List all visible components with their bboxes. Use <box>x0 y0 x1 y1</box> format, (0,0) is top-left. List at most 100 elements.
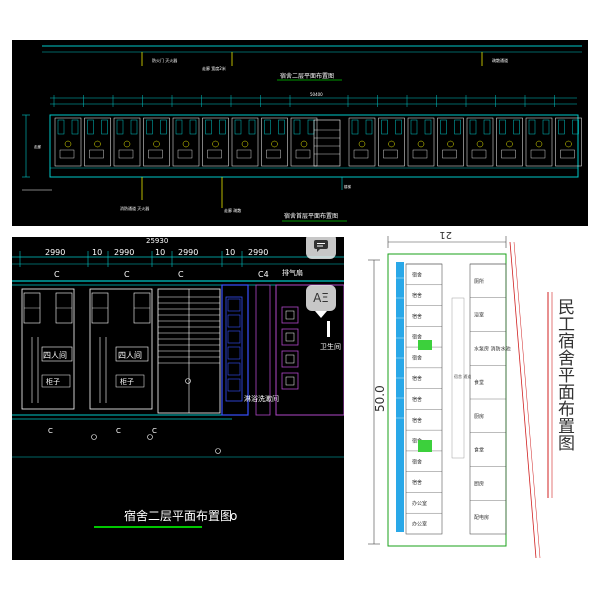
desk-mark <box>177 149 193 159</box>
fixture-mark <box>417 140 425 148</box>
svg-text:宿舍 通道: 宿舍 通道 <box>454 373 471 379</box>
dorm-room-cell <box>525 117 553 167</box>
bunk-bed-mark <box>410 119 418 135</box>
chat-icon[interactable] <box>306 237 336 259</box>
dorm-room-cell <box>437 117 464 167</box>
bunk-bed-mark <box>365 119 373 135</box>
desk-mark <box>295 149 311 159</box>
toilet-stall <box>281 306 299 324</box>
site-room-label: 宿舍 <box>412 417 422 424</box>
svg-text:走廊 宽度2米: 走廊 宽度2米 <box>202 65 226 71</box>
fixture-mark <box>182 140 190 148</box>
bunk-bed-mark <box>116 119 124 135</box>
dorm-room-cell <box>378 117 405 167</box>
dorm-room-cell <box>496 117 523 167</box>
bunk-bed-mark <box>454 119 461 135</box>
dormitory-detail-plan: 25930 2990 10 2990 10 2990 10 2990 C C C… <box>12 237 344 560</box>
wash-basin <box>227 298 241 312</box>
dorm-room-cell <box>84 117 111 167</box>
site-plan-title: 民工宿舍平面布置图 <box>554 298 575 451</box>
corner-dimension: 25930 <box>146 237 168 245</box>
fixture-mark <box>506 140 513 148</box>
service-room-label: 厨房 <box>474 480 484 487</box>
upper-plan-title: 宿舍二层平面布置图 <box>280 72 334 80</box>
fixture-mark <box>388 140 395 148</box>
overview-drawing: 防火门 灭火器 走廊 宽度2米 疏散通道 宿舍二层平面布置图 50400 走廊 … <box>22 45 582 222</box>
toilet-fixture <box>285 354 295 364</box>
dorm-room-cell <box>231 117 259 167</box>
site-room-label: 宿舍 <box>412 396 422 403</box>
desk-mark <box>560 149 575 159</box>
service-room-label: 食堂 <box>474 379 484 386</box>
bunk-bed-mark <box>278 119 285 135</box>
text-tool-button[interactable]: AΞ <box>306 285 336 311</box>
dorm-room-cell <box>54 117 82 167</box>
service-room-label: 厨房 <box>474 413 484 420</box>
bunk-bed-mark <box>101 119 108 135</box>
bunk-bed-mark <box>248 119 256 135</box>
wash-basin <box>227 330 241 344</box>
fixture-mark <box>535 140 543 148</box>
bunk-bed-mark <box>219 119 226 135</box>
cabinet-label-2: 柜子 <box>120 377 134 386</box>
desk-mark <box>148 149 163 159</box>
desk-mark <box>383 149 398 159</box>
bunk-bed-mark <box>71 119 79 135</box>
svg-text:C: C <box>116 427 121 435</box>
text-cursor-icon <box>327 321 330 337</box>
air-shaft-label: 排气扇 <box>282 268 303 277</box>
fixture-mark <box>565 140 572 148</box>
fixture-mark <box>271 140 278 148</box>
desk-mark <box>412 149 428 159</box>
bunk-bed-mark <box>440 119 447 135</box>
bunk-bed-mark <box>264 119 271 135</box>
room-label-2: 四人间 <box>118 351 142 360</box>
site-room-label: 宿舍 <box>412 375 422 382</box>
svg-text:消防通道 灭火器: 消防通道 灭火器 <box>120 205 149 211</box>
site-room-label: 宿舍 <box>412 458 422 465</box>
width-dimension: 21 <box>439 229 452 240</box>
bunk-bed-mark <box>351 119 359 135</box>
desk-mark <box>471 149 487 159</box>
dorm-room-cell <box>202 117 229 167</box>
room-four-person-2: 四人间 柜子 <box>89 288 153 410</box>
service-buildings: 厕所浴室水泵房 消防水池食堂厨房食堂厨房配电房 <box>470 263 511 521</box>
bunk-bed-mark <box>558 119 565 135</box>
highlight-room-1 <box>418 340 432 350</box>
service-room-label: 配电房 <box>474 514 489 521</box>
bunk-bed-mark <box>189 119 197 135</box>
staircase <box>157 288 221 414</box>
desk-mark <box>236 149 252 159</box>
length-dimension: 50.0 <box>373 385 387 412</box>
fixture-mark <box>153 140 160 148</box>
dorm-room-cell <box>348 117 376 167</box>
svg-text:走廊 疏散: 走廊 疏散 <box>224 207 241 213</box>
dim-3: 2990 <box>114 248 134 257</box>
wc-label: 卫生间 <box>320 342 341 351</box>
toilet-stall <box>281 328 299 346</box>
svg-text:疏散通道: 疏散通道 <box>492 57 508 63</box>
desk-mark <box>501 149 516 159</box>
site-plan-drawing: 21 50.0 宿舍宿舍宿舍宿舍宿舍宿舍宿舍宿舍宿舍宿舍宿舍办公室办公室 厕所浴… <box>368 229 575 559</box>
fixture-mark <box>64 140 72 148</box>
dorm-room-cell <box>261 117 288 167</box>
svg-text:C: C <box>152 427 157 435</box>
washroom-units <box>227 298 241 392</box>
desk-mark <box>442 149 457 159</box>
bunk-bed-mark <box>513 119 520 135</box>
site-room-label: 办公室 <box>412 500 427 507</box>
dim-4: 10 <box>155 248 165 257</box>
dorm-room-cell <box>113 117 141 167</box>
dim-5: 2990 <box>178 248 198 257</box>
bunk-bed-mark <box>483 119 491 135</box>
bunk-bed-mark <box>205 119 212 135</box>
dimension-ticks <box>53 95 555 107</box>
bunk-bed-mark <box>175 119 183 135</box>
bunk-bed-mark <box>146 119 153 135</box>
col-label-2: C <box>124 270 130 279</box>
fixture-mark <box>476 140 484 148</box>
toilet-fixture <box>285 310 295 320</box>
dorm-room-cell <box>407 117 435 167</box>
svg-text:防火门 灭火器: 防火门 灭火器 <box>152 57 177 63</box>
wash-basin <box>227 378 241 392</box>
